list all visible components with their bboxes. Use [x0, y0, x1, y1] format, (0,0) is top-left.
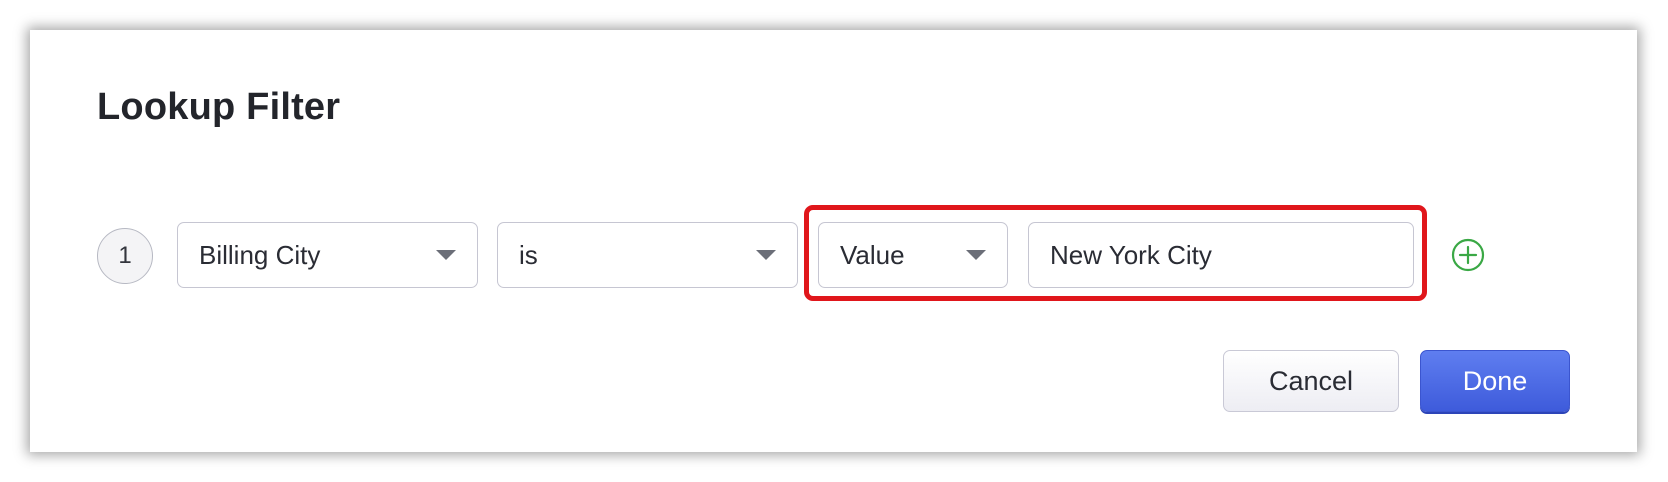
operator-select-value: is [519, 239, 538, 270]
plus-circle-icon[interactable] [1451, 238, 1485, 272]
field-select-value: Billing City [199, 239, 321, 270]
cancel-button[interactable]: Cancel [1223, 350, 1399, 412]
field-select[interactable]: Billing City [177, 222, 478, 288]
done-button[interactable]: Done [1420, 350, 1570, 412]
chevron-down-icon [436, 250, 456, 260]
highlight-box [804, 205, 1427, 301]
chevron-down-icon [756, 250, 776, 260]
filter-index-badge: 1 [97, 228, 153, 284]
lookup-filter-dialog: Lookup Filter 1 Billing City is Value Ne… [30, 30, 1637, 452]
operator-select[interactable]: is [497, 222, 798, 288]
dialog-title: Lookup Filter [97, 86, 341, 128]
